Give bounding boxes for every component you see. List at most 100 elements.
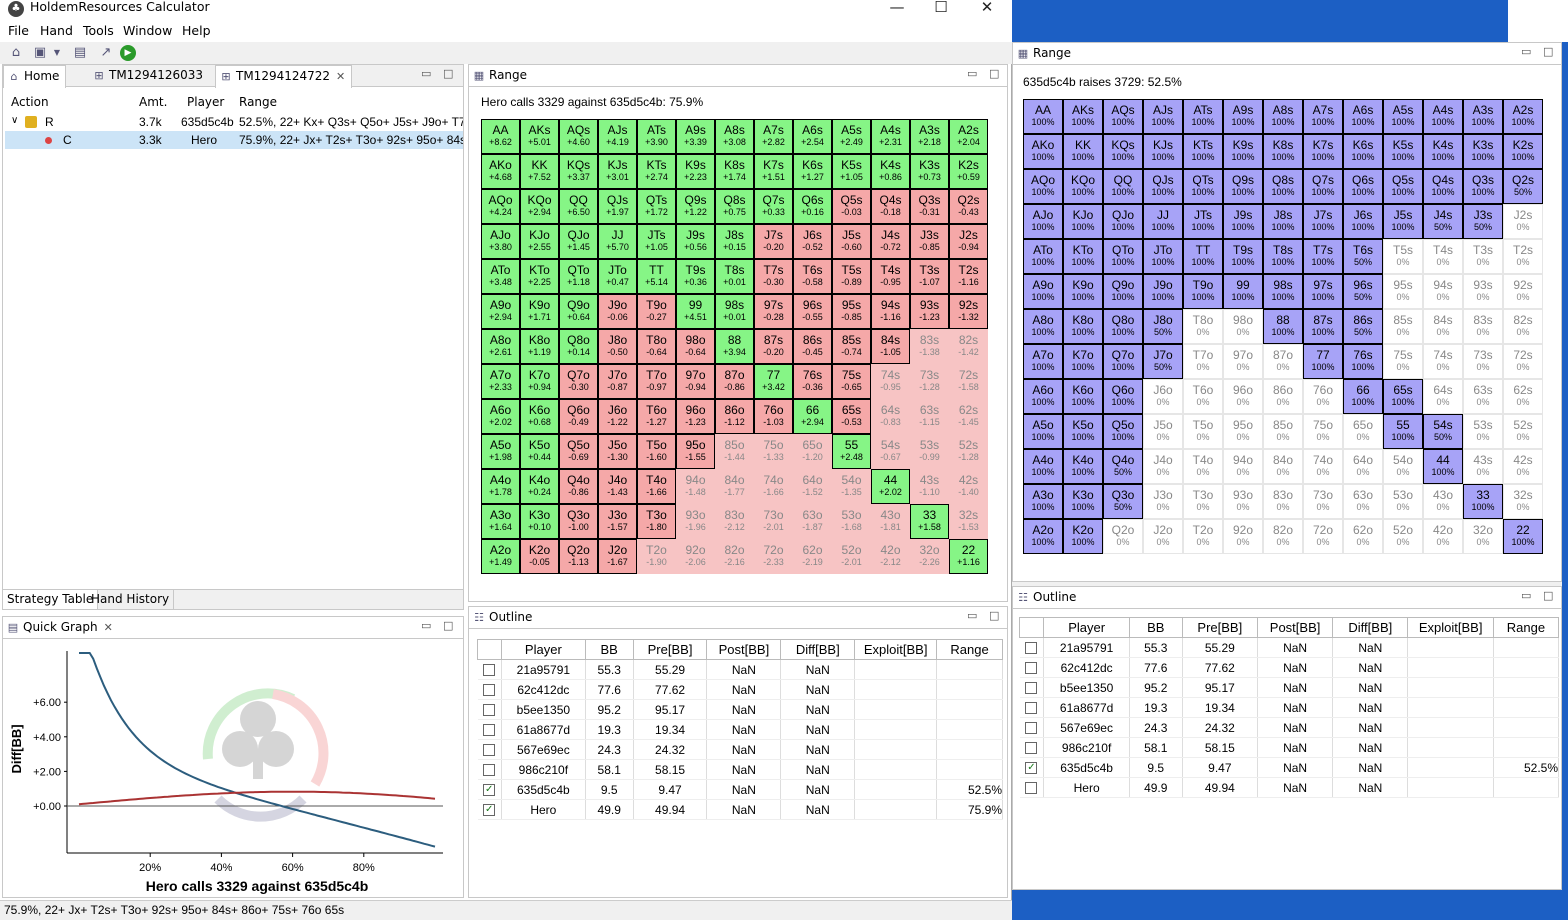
hand-cell[interactable]: 94o 0%	[1223, 449, 1263, 484]
hand-cell[interactable]: A2s +2.04	[949, 119, 988, 154]
hand-cell[interactable]: 73s -1.28	[910, 364, 949, 399]
tab-tm1294124722[interactable]: ⊞ TM1294124722 ✕	[215, 65, 353, 88]
hand-cell[interactable]: Q8o +0.14	[559, 329, 598, 364]
hand-cell[interactable]: K9s +2.23	[676, 154, 715, 189]
hand-cell[interactable]: 66 +2.94	[793, 399, 832, 434]
hand-cell[interactable]: J2o -1.67	[598, 539, 637, 574]
hand-cell[interactable]: 95s 0%	[1383, 274, 1423, 309]
hand-cell[interactable]: Q9o 100%	[1103, 274, 1143, 309]
hand-cell[interactable]: 99 +4.51	[676, 294, 715, 329]
hand-cell[interactable]: 94o -1.48	[676, 469, 715, 504]
hand-cell[interactable]: 54o -1.35	[832, 469, 871, 504]
hand-cell[interactable]: 54s 50%	[1423, 414, 1463, 449]
hand-cell[interactable]: 62s -1.45	[949, 399, 988, 434]
hand-cell[interactable]: 98s 100%	[1263, 274, 1303, 309]
hand-cell[interactable]: 74s 0%	[1423, 344, 1463, 379]
hand-cell[interactable]: 95o -1.55	[676, 434, 715, 469]
hand-cell[interactable]: K8o +1.19	[520, 329, 559, 364]
hand-cell[interactable]: 86s 50%	[1343, 309, 1383, 344]
hand-cell[interactable]: Q7o 100%	[1103, 344, 1143, 379]
minimize-view-icon[interactable]: ▭	[421, 67, 431, 80]
col-header-range[interactable]: Range	[1492, 617, 1560, 638]
hand-cell[interactable]: AQs 100%	[1103, 99, 1143, 134]
hand-cell[interactable]: Q5o -0.69	[559, 434, 598, 469]
hand-cell[interactable]: K9o +1.71	[520, 294, 559, 329]
hand-cell[interactable]: T2o -1.90	[637, 539, 676, 574]
hand-cell[interactable]: KK 100%	[1063, 134, 1103, 169]
hand-cell[interactable]: 76o 0%	[1303, 379, 1343, 414]
hand-cell[interactable]: T3s 0%	[1463, 239, 1503, 274]
hand-cell[interactable]: A7s +2.82	[754, 119, 793, 154]
hand-cell[interactable]: A6o +2.02	[481, 399, 520, 434]
player-checkbox[interactable]	[1025, 742, 1038, 755]
hand-cell[interactable]: 73s 0%	[1463, 344, 1503, 379]
hand-cell[interactable]: 94s -1.16	[871, 294, 910, 329]
hand-cell[interactable]: Q8s +0.75	[715, 189, 754, 224]
hand-cell[interactable]: J6o 0%	[1143, 379, 1183, 414]
maximize-view-icon[interactable]: □	[1543, 589, 1553, 602]
col-header-prebb[interactable]: Pre[BB]	[632, 639, 708, 660]
hand-cell[interactable]: T8o -0.64	[637, 329, 676, 364]
col-header-player[interactable]: Player	[1043, 617, 1130, 638]
dropdown-arrow-icon[interactable]: ▼	[52, 45, 62, 61]
hand-cell[interactable]: 54s -0.67	[871, 434, 910, 469]
hand-cell[interactable]: 97s 100%	[1303, 274, 1343, 309]
hand-cell[interactable]: K6s 100%	[1343, 134, 1383, 169]
col-header-exploitbb[interactable]: Exploit[BB]	[1407, 617, 1494, 638]
hand-cell[interactable]: 77 +3.42	[754, 364, 793, 399]
hand-cell[interactable]: KTs +2.74	[637, 154, 676, 189]
col-header-diffbb[interactable]: Diff[BB]	[1332, 617, 1409, 638]
hand-cell[interactable]: 64s 0%	[1423, 379, 1463, 414]
hand-cell[interactable]: KJs 100%	[1143, 134, 1183, 169]
hand-cell[interactable]: KJs +3.01	[598, 154, 637, 189]
hand-cell[interactable]: 75o -1.33	[754, 434, 793, 469]
hand-cell[interactable]: 86o -1.12	[715, 399, 754, 434]
hand-cell[interactable]: 74o -1.66	[754, 469, 793, 504]
hand-cell[interactable]: JJ +5.70	[598, 224, 637, 259]
hand-cell[interactable]: 83o 0%	[1263, 484, 1303, 519]
player-checkbox[interactable]: ✓	[483, 784, 496, 797]
hand-cell[interactable]: 44 100%	[1423, 449, 1463, 484]
outline-row[interactable]: 62c412dc 77.6 77.62 NaN NaN	[477, 679, 1003, 700]
action-row[interactable]: ∨ R 3.7k 635d5c4b 52.5%, 22+ Kx+ Q3s+ Q5…	[5, 113, 463, 131]
tab-range[interactable]: ▦ Range	[469, 65, 533, 87]
hand-cell[interactable]: 93s 0%	[1463, 274, 1503, 309]
hand-cell[interactable]: 96s 50%	[1343, 274, 1383, 309]
maximize-button[interactable]: ☐	[926, 0, 956, 17]
hand-cell[interactable]: 93o -1.96	[676, 504, 715, 539]
outline-row[interactable]: 21a95791 55.3 55.29 NaN NaN	[477, 659, 1003, 680]
maximize-view-icon[interactable]: □	[443, 619, 453, 632]
hand-cell[interactable]: J3s 50%	[1463, 204, 1503, 239]
hand-cell[interactable]: 98o 0%	[1223, 309, 1263, 344]
hand-cell[interactable]: 88 100%	[1263, 309, 1303, 344]
hand-cell[interactable]: T3o -1.80	[637, 504, 676, 539]
outline-row[interactable]: 21a95791 55.3 55.29 NaN NaN	[1019, 637, 1560, 658]
hand-cell[interactable]: 96s -0.55	[793, 294, 832, 329]
hand-cell[interactable]: 83s 0%	[1463, 309, 1503, 344]
minimize-view-icon[interactable]: ▭	[421, 619, 431, 632]
hand-cell[interactable]: 32s -1.53	[949, 504, 988, 539]
hand-cell[interactable]: J9o 100%	[1143, 274, 1183, 309]
hand-cell[interactable]: A3s +2.18	[910, 119, 949, 154]
col-header-player[interactable]: Player	[500, 639, 586, 660]
hand-cell[interactable]: A4s 100%	[1423, 99, 1463, 134]
col-header-postbb[interactable]: Post[BB]	[1256, 617, 1334, 638]
col-header-diffbb[interactable]: Diff[BB]	[780, 639, 856, 660]
hand-cell[interactable]: A9s 100%	[1223, 99, 1263, 134]
player-checkbox[interactable]	[483, 724, 496, 737]
hand-cell[interactable]: Q7s +0.33	[754, 189, 793, 224]
hand-cell[interactable]: QJo 100%	[1103, 204, 1143, 239]
hand-cell[interactable]: 63o -1.87	[793, 504, 832, 539]
hand-cell[interactable]: 82s 0%	[1503, 309, 1543, 344]
hand-cell[interactable]: Q2o 0%	[1103, 519, 1143, 554]
col-header-bb[interactable]: BB	[1128, 617, 1183, 638]
hand-cell[interactable]: 62s 0%	[1503, 379, 1543, 414]
hand-cell[interactable]: A5s +2.49	[832, 119, 871, 154]
hand-cell[interactable]: AKs 100%	[1063, 99, 1103, 134]
hand-cell[interactable]: T7o 0%	[1183, 344, 1223, 379]
col-range[interactable]: Range	[239, 95, 277, 109]
hand-cell[interactable]: K2s 100%	[1503, 134, 1543, 169]
tab-tm1294126033[interactable]: ⊞ TM1294126033	[89, 65, 209, 87]
hand-cell[interactable]: 52o 0%	[1383, 519, 1423, 554]
hand-cell[interactable]: J6s 100%	[1343, 204, 1383, 239]
